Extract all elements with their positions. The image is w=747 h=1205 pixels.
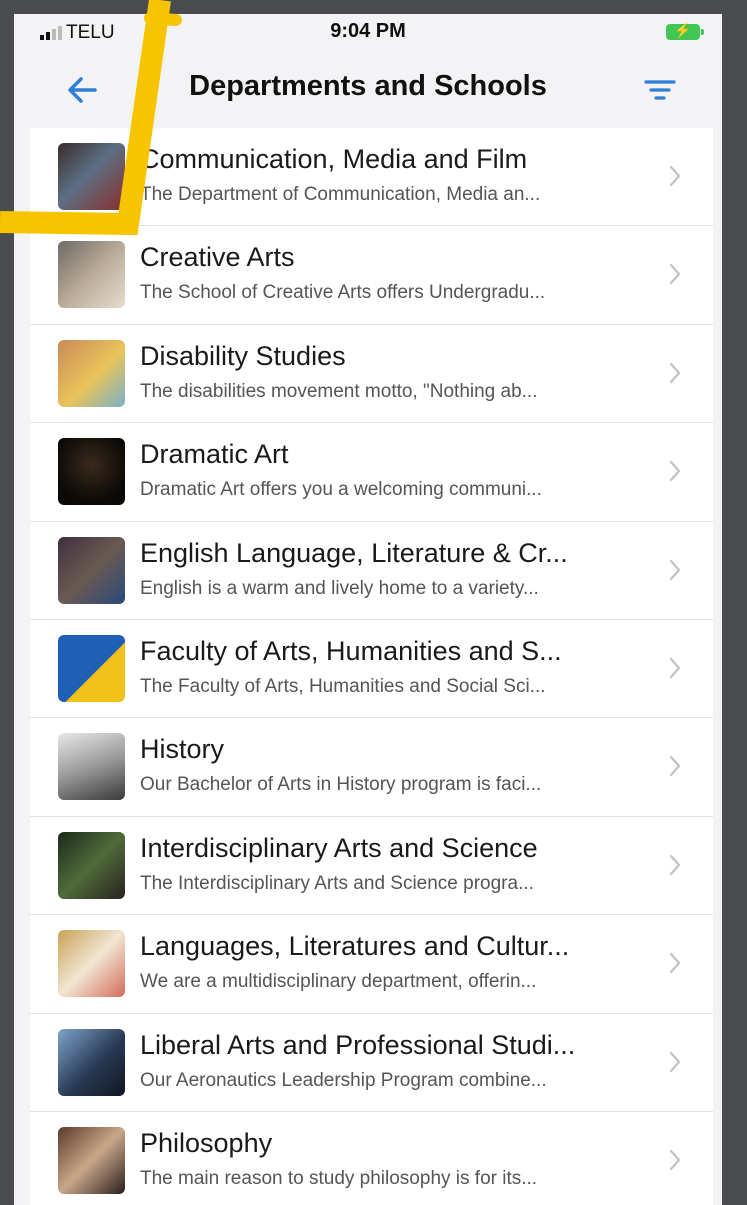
department-thumbnail (58, 733, 125, 801)
chevron-right-icon (669, 559, 681, 580)
chevron-right-icon (669, 854, 681, 875)
department-thumbnail (58, 930, 125, 998)
list-item[interactable]: Communication, Media and Film The Departm… (30, 128, 713, 227)
item-title: Disability Studies (140, 340, 346, 371)
list-item[interactable]: English Language, Literature & Cr... Engl… (30, 522, 713, 620)
list-item[interactable]: Philosophy The main reason to study philo… (30, 1112, 713, 1205)
item-description: Our Aeronautics Leadership Program combi… (140, 1069, 547, 1091)
department-thumbnail (58, 536, 125, 604)
list-item[interactable]: Interdisciplinary Arts and Science The In… (30, 817, 713, 916)
item-description: The Faculty of Arts, Humanities and Soci… (140, 675, 546, 697)
item-title: Dramatic Art (140, 439, 289, 470)
item-description: The main reason to study philosophy is f… (140, 1167, 538, 1189)
status-bar: TELU 9:04 PM ⚡ (14, 14, 722, 54)
list-item[interactable]: History Our Bachelor of Arts in History p… (30, 718, 713, 817)
item-description: Our Bachelor of Arts in History program … (140, 774, 542, 796)
department-thumbnail (58, 634, 125, 702)
chevron-right-icon (669, 1149, 681, 1171)
list-item[interactable]: Disability Studies The disabilities movem… (30, 325, 713, 424)
item-title: English Language, Literature & Cr... (140, 537, 568, 568)
department-thumbnail (58, 143, 125, 210)
chevron-right-icon (669, 1051, 681, 1072)
nav-bar: Departments and Schools (14, 54, 722, 128)
department-thumbnail (58, 1028, 125, 1096)
department-thumbnail (58, 339, 125, 407)
list-item[interactable]: Creative Arts The School of Creative Arts… (30, 226, 713, 325)
chevron-right-icon (669, 756, 681, 777)
battery-icon: ⚡ (666, 22, 704, 40)
status-time: 9:04 PM (330, 20, 406, 42)
item-description: We are a multidisciplinary department, o… (140, 971, 537, 993)
item-description: English is a warm and lively home to a v… (140, 577, 539, 599)
item-title: Creative Arts (140, 242, 295, 273)
chevron-right-icon (669, 165, 681, 187)
item-description: The Interdisciplinary Arts and Science p… (140, 872, 534, 894)
department-thumbnail (58, 831, 125, 899)
chevron-right-icon (669, 952, 681, 974)
item-title: Liberal Arts and Professional Studi... (140, 1029, 576, 1060)
item-description: The Department of Communication, Media a… (140, 184, 541, 205)
department-thumbnail (58, 1126, 125, 1194)
list-item[interactable]: Languages, Literatures and Cultur... We a… (30, 915, 713, 1014)
list-item[interactable]: Dramatic Art Dramatic Art offers you a we… (30, 423, 713, 522)
item-title: Philosophy (140, 1127, 273, 1158)
item-title: Faculty of Arts, Humanities and S... (140, 635, 562, 666)
chevron-right-icon (669, 657, 681, 679)
page-title: Departments and Schools (189, 70, 547, 102)
department-thumbnail (58, 438, 125, 506)
department-list: Communication, Media and Film The Departm… (30, 128, 713, 1205)
item-title: Languages, Literatures and Cultur... (140, 931, 570, 962)
item-description: The disabilities movement motto, "Nothin… (140, 380, 538, 402)
item-description: The School of Creative Arts offers Under… (140, 282, 546, 304)
item-title: Interdisciplinary Arts and Science (140, 832, 538, 863)
item-title: History (140, 734, 225, 765)
chevron-right-icon (669, 264, 681, 285)
department-thumbnail (58, 241, 125, 309)
item-title: Communication, Media and Film (140, 144, 528, 174)
list-item[interactable]: Liberal Arts and Professional Studi... Ou… (30, 1014, 713, 1112)
phone-screen: TELU 9:04 PM ⚡ Departments and Schools C… (14, 14, 722, 1205)
list-item[interactable]: Faculty of Arts, Humanities and S... The … (30, 620, 713, 719)
item-description: Dramatic Art offers you a welcoming comm… (140, 479, 542, 501)
chevron-right-icon (669, 362, 681, 383)
filter-icon[interactable] (642, 72, 678, 108)
chevron-right-icon (669, 460, 681, 482)
